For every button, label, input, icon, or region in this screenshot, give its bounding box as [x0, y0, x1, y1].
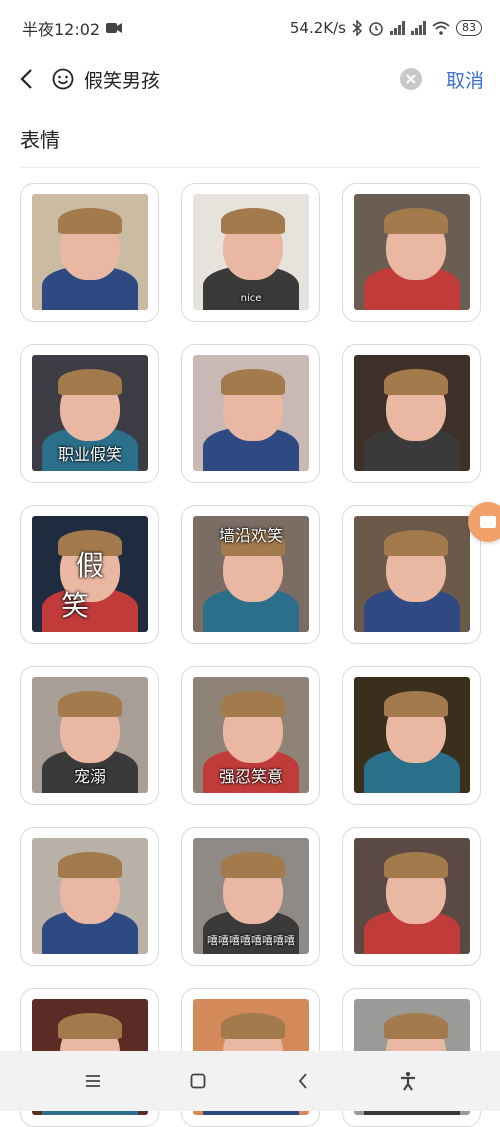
nav-home-button[interactable] — [178, 1061, 218, 1101]
sticker-tile[interactable]: 嘻嘻嘻嘻嘻嘻嘻嘻 — [181, 827, 320, 966]
search-header: 假笑男孩 取消 — [0, 56, 500, 102]
sticker-tile[interactable]: 职业假笑 — [20, 344, 159, 483]
sticker-tile[interactable] — [20, 183, 159, 322]
close-icon — [406, 74, 416, 84]
sticker-image — [354, 838, 470, 954]
sticker-hair-shape — [58, 691, 122, 717]
floating-video-button[interactable] — [468, 502, 500, 542]
search-query[interactable]: 假笑男孩 — [84, 66, 160, 93]
sticker-image — [354, 194, 470, 310]
signal-icon-2 — [411, 21, 426, 35]
sticker-hair-shape — [221, 691, 285, 717]
menu-icon — [85, 1075, 100, 1087]
nav-accessibility-button[interactable] — [388, 1061, 428, 1101]
alarm-icon — [369, 22, 383, 36]
sticker-image — [354, 516, 470, 632]
sticker-hair-shape — [58, 852, 122, 878]
sticker-image: nice — [193, 194, 309, 310]
sticker-image — [32, 838, 148, 954]
sticker-caption: 墙沿欢笑 — [218, 526, 283, 545]
sticker-tile[interactable] — [342, 183, 481, 322]
sticker-tile[interactable]: 假笑 — [20, 505, 159, 644]
sticker-hair-shape — [384, 369, 448, 395]
sticker-hair-shape — [221, 369, 285, 395]
sticker-image — [354, 355, 470, 471]
chevron-left-icon — [20, 69, 32, 89]
divider — [20, 167, 480, 168]
sticker-caption: nice — [240, 293, 262, 304]
sticker-tile[interactable] — [342, 827, 481, 966]
sticker-hair-shape — [221, 1013, 285, 1039]
sticker-image: 假笑 — [32, 516, 148, 632]
sticker-caption: 嘻嘻嘻嘻嘻嘻嘻嘻 — [207, 934, 295, 947]
sticker-image: 宠溺 — [32, 677, 148, 793]
smile-icon — [52, 68, 74, 90]
section-title: 表情 — [20, 128, 60, 152]
clear-search-button[interactable] — [399, 68, 422, 90]
sticker-image — [32, 194, 148, 310]
sticker-image: 强忍笑意 — [193, 677, 309, 793]
status-right: 54.2K/s 83 — [290, 19, 482, 37]
sticker-caption: 强忍笑意 — [218, 767, 283, 786]
system-nav-bar — [0, 1051, 500, 1111]
sticker-caption: 职业假笑 — [57, 445, 122, 464]
status-bar: 半夜12:02 54.2K/s 83 — [0, 0, 500, 56]
sticker-tile[interactable]: 强忍笑意 — [181, 666, 320, 805]
status-time: 半夜12:02 — [22, 20, 101, 39]
sticker-image — [193, 355, 309, 471]
sticker-hair-shape — [384, 1013, 448, 1039]
sticker-tile[interactable] — [342, 344, 481, 483]
video-icon — [480, 516, 496, 528]
sticker-tile[interactable] — [342, 666, 481, 805]
sticker-tile[interactable] — [181, 344, 320, 483]
sticker-tile[interactable] — [20, 827, 159, 966]
bluetooth-icon — [352, 20, 362, 36]
accessibility-icon — [400, 1071, 415, 1091]
sticker-hair-shape — [221, 208, 285, 234]
sticker-hair-shape — [384, 852, 448, 878]
video-camera-icon — [106, 23, 123, 33]
sticker-hair-shape — [384, 208, 448, 234]
sticker-tile[interactable]: 宠溺 — [20, 666, 159, 805]
sticker-caption: 假笑 — [60, 549, 134, 622]
sticker-image: 墙沿欢笑 — [193, 516, 309, 632]
sticker-tile[interactable]: nice — [181, 183, 320, 322]
nav-back-button[interactable] — [283, 1061, 323, 1101]
sticker-image — [354, 677, 470, 793]
signal-icon — [390, 21, 405, 35]
sticker-tile[interactable]: 墙沿欢笑 — [181, 505, 320, 644]
cancel-button[interactable]: 取消 — [446, 66, 484, 93]
sticker-hair-shape — [58, 369, 122, 395]
battery-indicator: 83 — [456, 20, 482, 36]
sticker-hair-shape — [58, 1013, 122, 1039]
sticker-image: 嘻嘻嘻嘻嘻嘻嘻嘻 — [193, 838, 309, 954]
sticker-hair-shape — [221, 852, 285, 878]
sticker-caption: 宠溺 — [73, 767, 106, 786]
square-icon — [190, 1073, 205, 1089]
sticker-hair-shape — [384, 691, 448, 717]
net-speed: 54.2K/s — [289, 19, 346, 37]
wifi-icon — [432, 21, 450, 35]
chevron-left-icon — [298, 1073, 307, 1089]
sticker-hair-shape — [384, 530, 448, 556]
nav-menu-button[interactable] — [73, 1061, 113, 1101]
sticker-hair-shape — [58, 208, 122, 234]
sticker-tile[interactable] — [342, 505, 481, 644]
back-button[interactable] — [14, 67, 38, 91]
status-time-group: 半夜12:02 — [22, 16, 123, 40]
sticker-image: 职业假笑 — [32, 355, 148, 471]
